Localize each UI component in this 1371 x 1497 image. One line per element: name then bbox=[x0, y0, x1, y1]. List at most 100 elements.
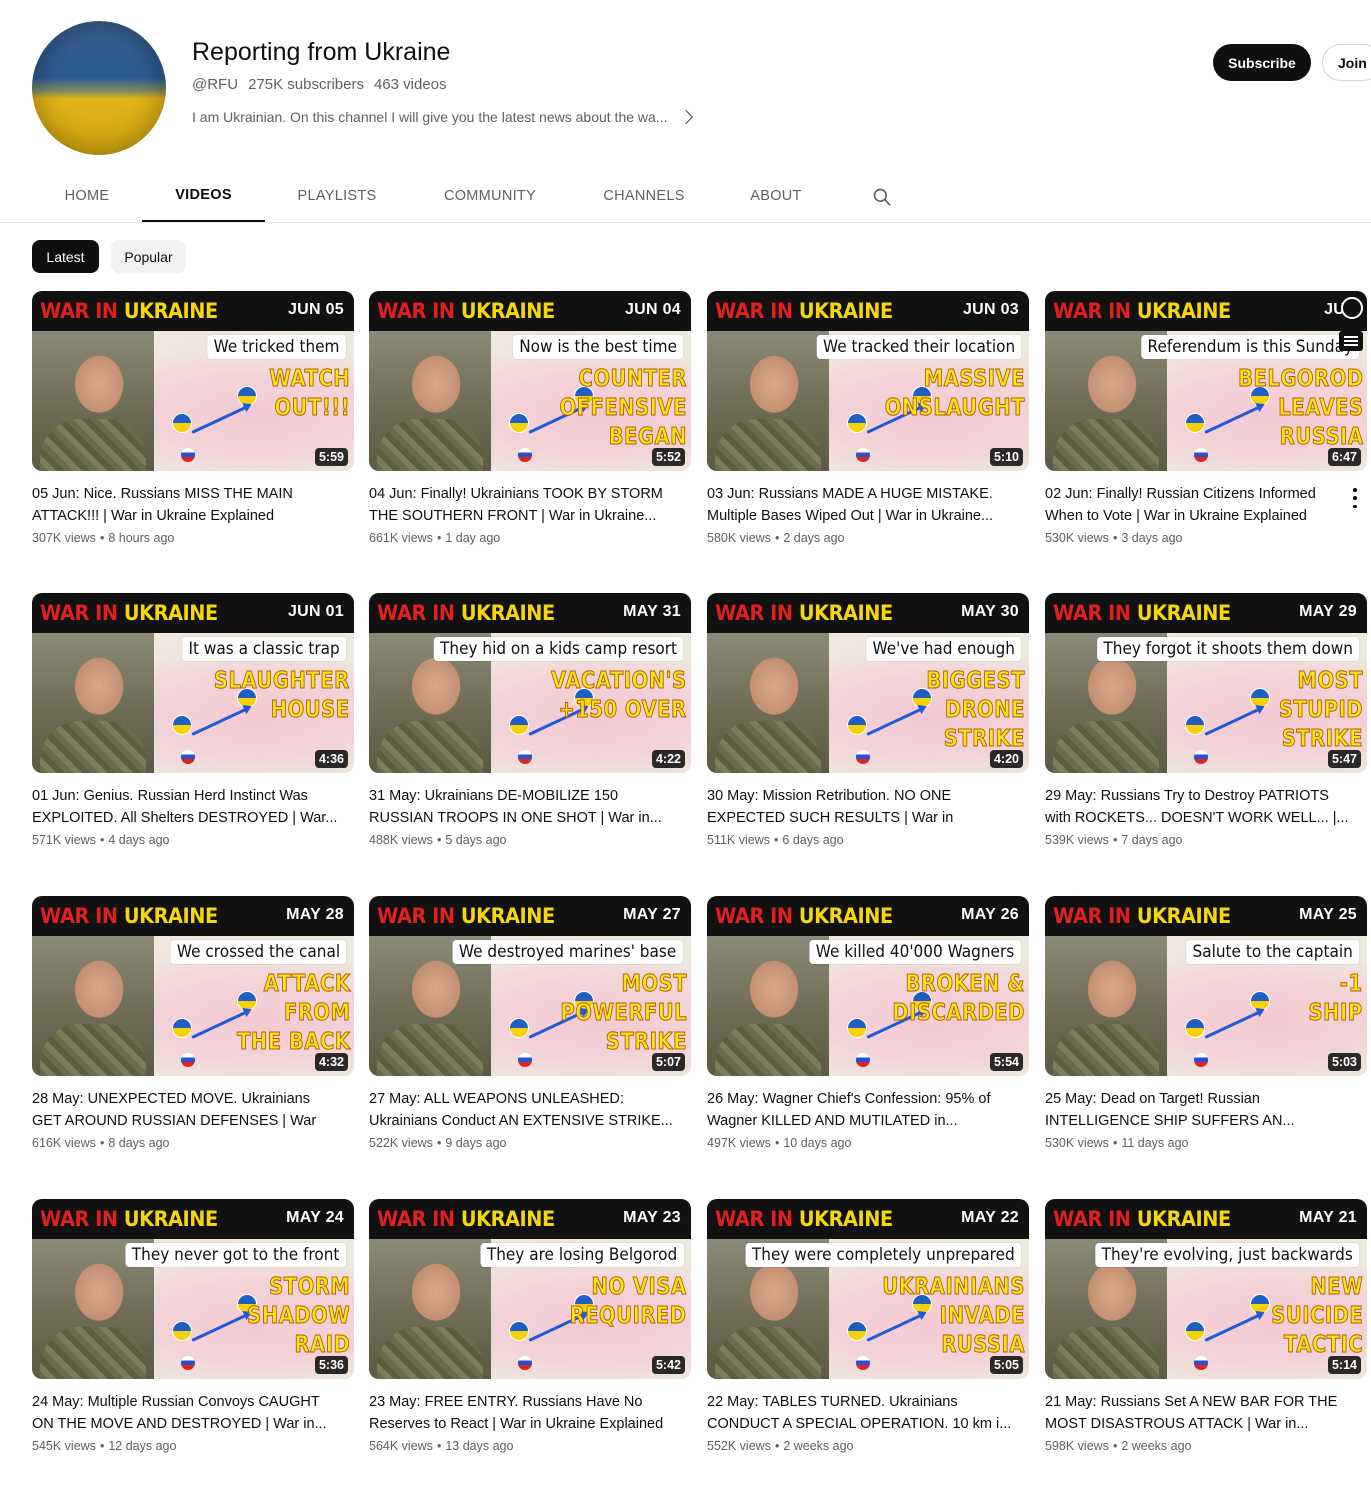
russia-flag-icon bbox=[517, 749, 533, 765]
video-thumbnail[interactable]: WAR IN UKRAINE MAY 27 We destroyed marin… bbox=[369, 896, 691, 1076]
banner-war-text: WAR IN bbox=[40, 904, 124, 928]
chip-popular[interactable]: Popular bbox=[111, 240, 186, 273]
add-to-queue-icon[interactable] bbox=[1339, 331, 1363, 351]
video-thumbnail[interactable]: WAR IN UKRAINE MAY 28 We crossed the can… bbox=[32, 896, 354, 1076]
video-title[interactable]: 05 Jun: Nice. Russians MISS THE MAIN ATT… bbox=[32, 483, 354, 527]
banner-ukraine-text: UKRAINE bbox=[460, 1207, 555, 1231]
video-meta: 307K views • 8 hours ago bbox=[32, 531, 354, 545]
video-card[interactable]: WAR IN UKRAINE JUN 01 It was a classic t… bbox=[32, 593, 354, 847]
video-thumbnail[interactable]: WAR IN UKRAINE MAY 23 They are losing Be… bbox=[369, 1199, 691, 1379]
banner-title: WAR IN UKRAINE bbox=[40, 601, 218, 625]
tab-playlists[interactable]: PLAYLISTS bbox=[265, 170, 409, 222]
ukraine-flag-icon bbox=[172, 715, 192, 735]
video-title[interactable]: 21 May: Russians Set A NEW BAR FOR THE M… bbox=[1045, 1391, 1367, 1435]
tab-videos[interactable]: VIDEOS bbox=[142, 170, 265, 222]
video-title[interactable]: 22 May: TABLES TURNED. Ukrainians CONDUC… bbox=[707, 1391, 1029, 1435]
video-card[interactable]: WAR IN UKRAINE MAY 21 They're evolving, … bbox=[1045, 1199, 1367, 1453]
video-card[interactable]: WAR IN UKRAINE MAY 27 We destroyed marin… bbox=[369, 896, 691, 1150]
view-count: 661K views bbox=[369, 531, 433, 545]
video-card[interactable]: WAR IN UKRAINE MAY 23 They are losing Be… bbox=[369, 1199, 691, 1453]
video-card[interactable]: WAR IN UKRAINE JUN 04 Now is the best ti… bbox=[369, 291, 691, 545]
thumbnail-date: MAY 25 bbox=[1299, 906, 1357, 923]
video-title[interactable]: 04 Jun: Finally! Ukrainians TOOK BY STOR… bbox=[369, 483, 691, 527]
thumbnail-headline-line: DRONE bbox=[944, 697, 1025, 724]
thumbnail-headline: NEW SUICIDE TACTIC bbox=[1271, 1273, 1363, 1360]
video-title[interactable]: 23 May: FREE ENTRY. Russians Have No Res… bbox=[369, 1391, 691, 1435]
video-thumbnail[interactable]: WAR IN UKRAINE MAY 25 Salute to the capt… bbox=[1045, 896, 1367, 1076]
video-title[interactable]: 03 Jun: Russians MADE A HUGE MISTAKE. Mu… bbox=[707, 483, 1029, 527]
thumbnail-headline: UKRAINIANS INVADE RUSSIA bbox=[882, 1273, 1025, 1360]
video-thumbnail[interactable]: WAR IN UKRAINE MAY 22 They were complete… bbox=[707, 1199, 1029, 1379]
search-icon[interactable] bbox=[872, 187, 892, 207]
video-thumbnail[interactable]: WAR IN UKRAINE JUN 01 It was a classic t… bbox=[32, 593, 354, 773]
video-title[interactable]: 24 May: Multiple Russian Convoys CAUGHT … bbox=[32, 1391, 354, 1435]
video-thumbnail[interactable]: WAR IN UKRAINE JUN 04 Now is the best ti… bbox=[369, 291, 691, 471]
video-thumbnail[interactable]: WAR IN UKRAINE JUN 03 We tracked their l… bbox=[707, 291, 1029, 471]
video-thumbnail[interactable]: WAR IN UKRAINE MAY 21 They're evolving, … bbox=[1045, 1199, 1367, 1379]
video-card[interactable]: WAR IN UKRAINE JUN Referendum is this Su… bbox=[1045, 291, 1367, 545]
video-title[interactable]: 30 May: Mission Retribution. NO ONE EXPE… bbox=[707, 785, 1029, 829]
thumbnail-headline-line: MOST bbox=[1297, 668, 1363, 695]
thumbnail-quote: We've had enough bbox=[865, 637, 1021, 661]
channel-avatar[interactable] bbox=[32, 21, 166, 155]
video-title[interactable]: 26 May: Wagner Chief's Confession: 95% o… bbox=[707, 1088, 1029, 1132]
thumbnail-date: MAY 21 bbox=[1299, 1209, 1357, 1226]
video-card[interactable]: WAR IN UKRAINE MAY 31 They hid on a kids… bbox=[369, 593, 691, 847]
video-meta: 497K views • 10 days ago bbox=[707, 1136, 1029, 1150]
thumbnail-headline-line: DISCARDED bbox=[892, 1000, 1025, 1027]
video-card[interactable]: WAR IN UKRAINE MAY 22 They were complete… bbox=[707, 1199, 1029, 1453]
video-title[interactable]: 31 May: Ukrainians DE-MOBILIZE 150 RUSSI… bbox=[369, 785, 691, 829]
upload-age: 6 days ago bbox=[782, 833, 844, 847]
thumbnail-date: MAY 23 bbox=[623, 1209, 681, 1226]
video-duration: 5:14 bbox=[1327, 1356, 1361, 1374]
banner-ukraine-text: UKRAINE bbox=[123, 904, 218, 928]
video-card[interactable]: WAR IN UKRAINE MAY 28 We crossed the can… bbox=[32, 896, 354, 1150]
video-title[interactable]: 29 May: Russians Try to Destroy PATRIOTS… bbox=[1045, 785, 1367, 829]
banner-war-text: WAR IN bbox=[40, 299, 124, 323]
video-card[interactable]: WAR IN UKRAINE JUN 05 We tricked them WA… bbox=[32, 291, 354, 545]
more-options-icon[interactable] bbox=[1352, 488, 1358, 508]
chevron-right-icon[interactable] bbox=[679, 109, 694, 125]
video-card[interactable]: WAR IN UKRAINE MAY 30 We've had enough B… bbox=[707, 593, 1029, 847]
video-thumbnail[interactable]: WAR IN UKRAINE MAY 29 They forgot it sho… bbox=[1045, 593, 1367, 773]
video-duration: 5:36 bbox=[314, 1356, 348, 1374]
thumbnail-headline-line: STORM bbox=[268, 1274, 350, 1301]
video-thumbnail[interactable]: WAR IN UKRAINE MAY 31 They hid on a kids… bbox=[369, 593, 691, 773]
watch-later-icon[interactable] bbox=[1341, 297, 1363, 319]
video-card[interactable]: WAR IN UKRAINE JUN 03 We tracked their l… bbox=[707, 291, 1029, 545]
video-title[interactable]: 02 Jun: Finally! Russian Citizens Inform… bbox=[1045, 483, 1367, 527]
tab-home[interactable]: HOME bbox=[32, 170, 142, 222]
video-card[interactable]: WAR IN UKRAINE MAY 24 They never got to … bbox=[32, 1199, 354, 1453]
thumbnail-date: MAY 26 bbox=[961, 906, 1019, 923]
video-title[interactable]: 25 May: Dead on Target! Russian INTELLIG… bbox=[1045, 1088, 1367, 1132]
join-button[interactable]: Join bbox=[1322, 44, 1371, 81]
video-title[interactable]: 28 May: UNEXPECTED MOVE. Ukrainians GET … bbox=[32, 1088, 354, 1132]
video-thumbnail[interactable]: WAR IN UKRAINE JUN Referendum is this Su… bbox=[1045, 291, 1367, 471]
tab-about[interactable]: ABOUT bbox=[717, 170, 835, 222]
thumbnail-headline: BELGOROD LEAVES RUSSIA bbox=[1237, 365, 1363, 452]
chip-latest[interactable]: Latest bbox=[32, 240, 99, 273]
video-title[interactable]: 01 Jun: Genius. Russian Herd Instinct Wa… bbox=[32, 785, 354, 829]
tab-community[interactable]: COMMUNITY bbox=[409, 170, 571, 222]
thumbnail-banner: WAR IN UKRAINE MAY 28 bbox=[32, 896, 354, 936]
video-thumbnail[interactable]: WAR IN UKRAINE JUN 05 We tricked them WA… bbox=[32, 291, 354, 471]
thumbnail-headline-line: OUT!!! bbox=[274, 395, 350, 422]
thumbnail-headline-line: SUICIDE bbox=[1270, 1303, 1363, 1330]
video-thumbnail[interactable]: WAR IN UKRAINE MAY 26 We killed 40'000 W… bbox=[707, 896, 1029, 1076]
thumbnail-headline-line: REQUIRED bbox=[570, 1303, 687, 1330]
video-card[interactable]: WAR IN UKRAINE MAY 29 They forgot it sho… bbox=[1045, 593, 1367, 847]
thumbnail-headline: ATTACK FROM THE BACK bbox=[236, 970, 350, 1057]
thumbnail-headline: BIGGEST DRONE STRIKE bbox=[926, 667, 1025, 754]
subscribe-button[interactable]: Subscribe bbox=[1213, 44, 1311, 81]
video-card[interactable]: WAR IN UKRAINE MAY 25 Salute to the capt… bbox=[1045, 896, 1367, 1150]
video-thumbnail[interactable]: WAR IN UKRAINE MAY 24 They never got to … bbox=[32, 1199, 354, 1379]
thumbnail-date: JUN 04 bbox=[624, 301, 681, 318]
video-thumbnail[interactable]: WAR IN UKRAINE MAY 30 We've had enough B… bbox=[707, 593, 1029, 773]
video-card[interactable]: WAR IN UKRAINE MAY 26 We killed 40'000 W… bbox=[707, 896, 1029, 1150]
tab-channels[interactable]: CHANNELS bbox=[571, 170, 717, 222]
upload-age: 1 day ago bbox=[445, 531, 501, 545]
video-title[interactable]: 27 May: ALL WEAPONS UNLEASHED: Ukrainian… bbox=[369, 1088, 691, 1132]
channel-description[interactable]: I am Ukrainian. On this channel I will g… bbox=[192, 109, 694, 125]
separator-dot: • bbox=[436, 833, 442, 847]
banner-war-text: WAR IN bbox=[715, 1207, 799, 1231]
